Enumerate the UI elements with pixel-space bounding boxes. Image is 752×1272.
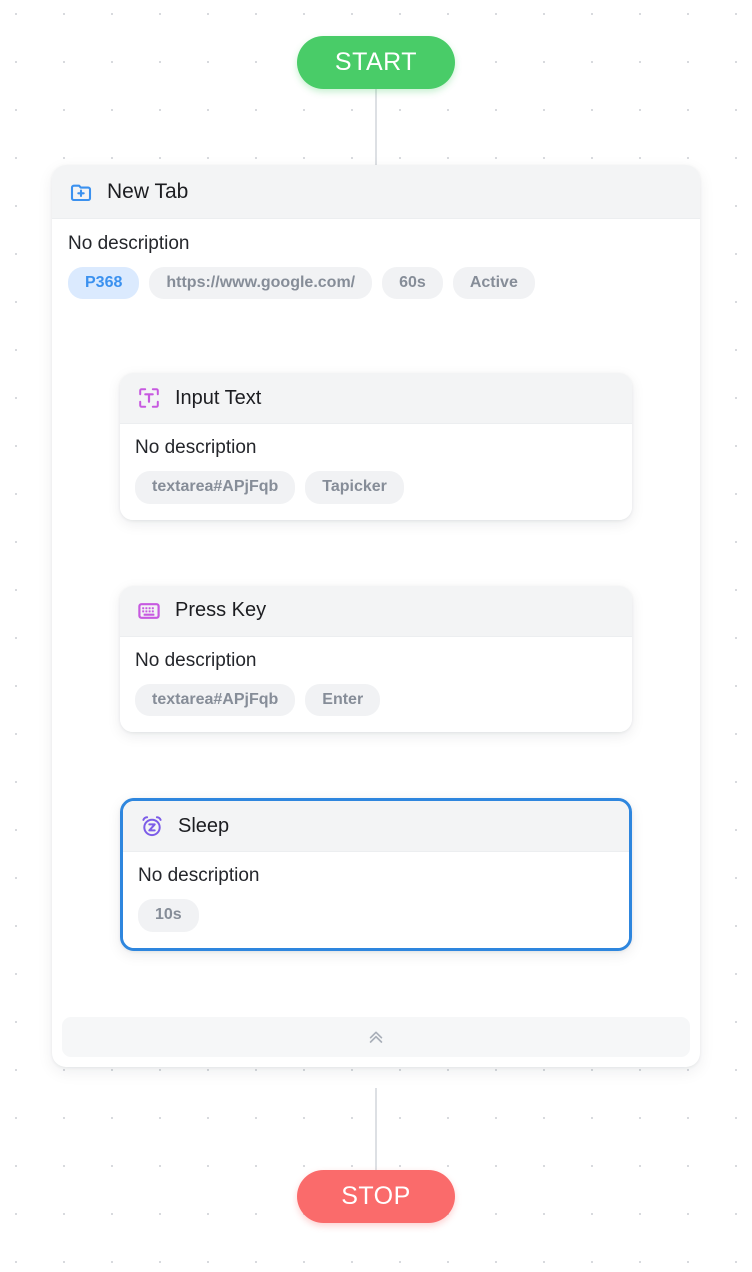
node-title: Input Text	[175, 386, 262, 409]
badge-row: textarea#APjFqb Enter	[135, 683, 617, 717]
child-node-stack: Input Text No description textarea#APjFq…	[52, 317, 700, 951]
start-label: START	[334, 48, 418, 76]
status-badge: P368	[68, 267, 140, 300]
node-card-input-text[interactable]: Input Text No description textarea#APjFq…	[120, 373, 632, 520]
node-title: Press Key	[175, 599, 267, 622]
connector-group-to-stop	[375, 1088, 377, 1172]
badge-row: 10s	[138, 899, 614, 932]
chevrons-up-icon	[363, 1024, 389, 1050]
node-description: No description	[138, 865, 260, 887]
node-card-new-tab[interactable]: New Tab No description P368 https://www.…	[52, 165, 700, 1067]
node-title: Sleep	[178, 814, 230, 837]
status-badge: Active	[452, 267, 535, 300]
status-badge: textarea#APjFqb	[135, 683, 296, 717]
badge-row: textarea#APjFqb Tapicker	[135, 471, 617, 504]
node-body-new-tab: No description P368 https://www.google.c…	[52, 219, 700, 318]
node-card-press-key[interactable]: Press Key No description textarea#APjFqb…	[120, 585, 632, 733]
status-badge: Enter	[305, 683, 381, 717]
node-description: No description	[135, 649, 257, 671]
node-header-press-key[interactable]: Press Key	[120, 585, 632, 637]
alarm-sleep-icon	[139, 813, 165, 839]
node-description: No description	[135, 437, 257, 459]
node-description: No description	[68, 233, 190, 254]
connector-start-to-group	[375, 89, 377, 169]
status-badge: 10s	[138, 899, 199, 932]
keyboard-icon	[136, 598, 162, 624]
badge-row: P368 https://www.google.com/ 60s Active	[68, 267, 684, 300]
input-text-icon	[136, 385, 162, 411]
status-badge: Tapicker	[305, 471, 404, 504]
collapse-children-button[interactable]	[62, 1016, 690, 1057]
status-badge: 60s	[382, 267, 443, 300]
stop-node[interactable]: STOP	[297, 1170, 455, 1223]
start-node[interactable]: START	[297, 36, 455, 89]
node-body-press-key: No description textarea#APjFqb Enter	[120, 636, 632, 733]
node-header-input-text[interactable]: Input Text	[120, 373, 632, 425]
status-badge: https://www.google.com/	[149, 267, 373, 300]
node-header-sleep[interactable]: Sleep	[123, 801, 629, 853]
new-tab-icon	[68, 179, 94, 205]
workflow-canvas[interactable]: START New Tab No description P368 https:…	[0, 0, 752, 1272]
node-body-input-text: No description textarea#APjFqb Tapicker	[120, 424, 632, 520]
stop-label: STOP	[341, 1182, 411, 1210]
node-header-new-tab[interactable]: New Tab	[52, 165, 700, 219]
node-body-sleep: No description 10s	[123, 852, 629, 948]
node-card-sleep[interactable]: Sleep No description 10s	[120, 798, 632, 951]
node-title: New Tab	[107, 179, 189, 203]
status-badge: textarea#APjFqb	[135, 471, 296, 504]
